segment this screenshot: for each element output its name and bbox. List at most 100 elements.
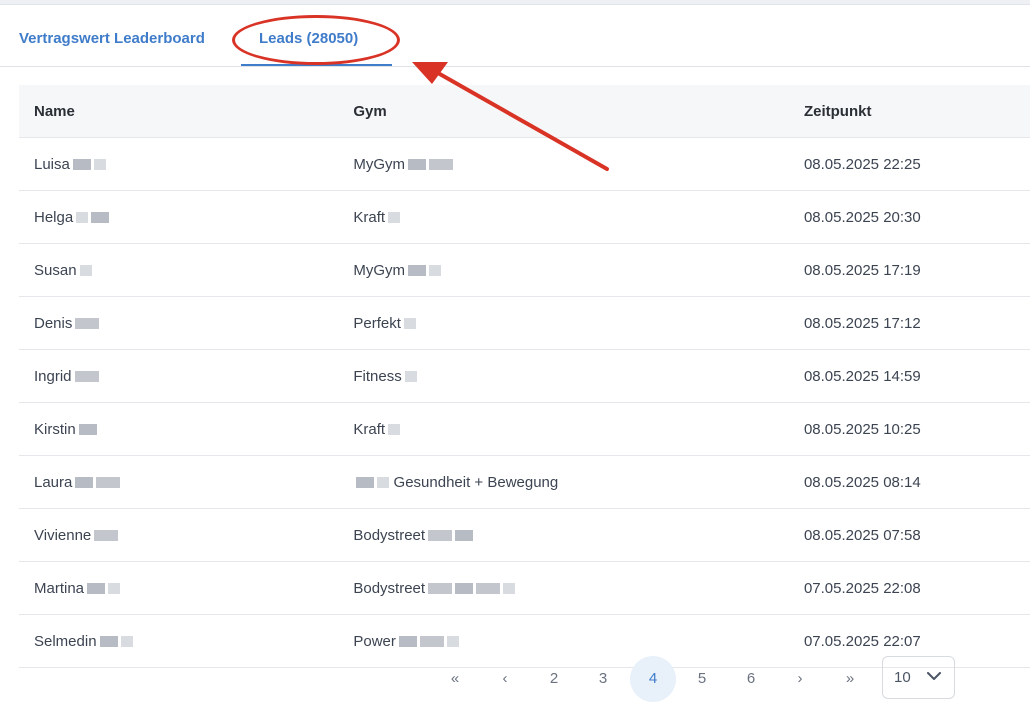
redacted-block — [408, 265, 427, 277]
cell-zeitpunkt: 07.05.2025 22:08 — [802, 561, 1030, 615]
name-text: Selmedin — [34, 632, 97, 650]
redacted-block — [408, 159, 427, 171]
gym-text: Power — [353, 632, 396, 650]
cell-name: Kirstin — [19, 402, 353, 456]
leads-table: Name Gym Zeitpunkt Luisa MyGym 08.05.202… — [19, 85, 1030, 668]
cell-name: Laura — [19, 455, 353, 509]
redacted-block — [99, 636, 118, 648]
chevron-down-icon — [927, 672, 941, 680]
previous-page-button[interactable]: ‹ — [482, 656, 528, 702]
redacted-block — [428, 583, 453, 595]
redacted-block — [388, 424, 401, 436]
name-text: Laura — [34, 473, 73, 491]
table-header-row: Name Gym Zeitpunkt — [19, 85, 1030, 138]
cell-gym: Bodystreet — [352, 561, 803, 615]
redacted-block — [429, 265, 442, 277]
cell-gym: Perfekt — [352, 296, 803, 350]
redacted-block — [429, 159, 454, 171]
table-row[interactable]: Susan MyGym 08.05.2025 17:19 — [19, 243, 1030, 297]
cell-gym: MyGym — [352, 243, 803, 297]
gym-text: Fitness — [353, 367, 402, 385]
cell-name: Luisa — [19, 137, 353, 191]
redacted-block — [120, 636, 133, 648]
name-text: Helga — [34, 208, 74, 226]
table-row[interactable]: Helga Kraft 08.05.2025 20:30 — [19, 190, 1030, 244]
redacted-block — [446, 636, 459, 648]
page-4-button[interactable]: 4 — [630, 656, 676, 702]
redacted-block — [428, 530, 453, 542]
redacted-block — [419, 636, 444, 648]
top-divider — [0, 0, 1030, 5]
gym-text: Kraft — [353, 208, 386, 226]
redacted-block — [398, 636, 417, 648]
name-text: Susan — [34, 261, 77, 279]
tab-leads[interactable]: Leads (28050) — [259, 30, 358, 47]
name-text: Vivienne — [34, 526, 92, 544]
next-page-button[interactable]: › — [777, 656, 823, 702]
pagination: « ‹ 2 3 4 5 6 › » 10 — [432, 656, 992, 702]
name-text: Denis — [34, 314, 73, 332]
name-text: Ingrid — [34, 367, 72, 385]
redacted-block — [356, 477, 375, 489]
gym-text: Perfekt — [353, 314, 401, 332]
first-page-button[interactable]: « — [432, 656, 478, 702]
tab-bar-divider — [0, 66, 1030, 67]
redacted-block — [75, 318, 100, 330]
redacted-block — [455, 530, 474, 542]
cell-name: Selmedin — [19, 614, 353, 668]
column-header-name[interactable]: Name — [19, 85, 353, 138]
cell-gym: Bodystreet — [352, 508, 803, 562]
page-size-select[interactable]: 10 — [882, 656, 955, 699]
redacted-block — [87, 583, 106, 595]
gym-text: MyGym — [353, 261, 406, 279]
cell-name: Martina — [19, 561, 353, 615]
column-header-zeitpunkt[interactable]: Zeitpunkt — [802, 85, 1030, 138]
table-row[interactable]: Martina Bodystreet 07.05.2025 22:08 — [19, 561, 1030, 615]
redacted-block — [93, 159, 106, 171]
redacted-block — [96, 477, 121, 489]
page-2-button[interactable]: 2 — [531, 656, 577, 702]
cell-name: Ingrid — [19, 349, 353, 403]
redacted-block — [377, 477, 390, 489]
page-size-value: 10 — [894, 669, 911, 686]
table-row[interactable]: Vivienne Bodystreet 08.05.2025 07:58 — [19, 508, 1030, 562]
last-page-button[interactable]: » — [827, 656, 873, 702]
redacted-block — [388, 212, 401, 224]
cell-gym: Gesundheit + Bewegung — [352, 455, 803, 509]
cell-zeitpunkt: 08.05.2025 08:14 — [802, 455, 1030, 509]
gym-text: Bodystreet — [353, 579, 426, 597]
table-row[interactable]: Ingrid Fitness 08.05.2025 14:59 — [19, 349, 1030, 403]
redacted-block — [72, 159, 91, 171]
redacted-block — [403, 318, 416, 330]
page-3-button[interactable]: 3 — [580, 656, 626, 702]
name-text: Kirstin — [34, 420, 76, 438]
cell-gym: Kraft — [352, 190, 803, 244]
cell-zeitpunkt: 08.05.2025 14:59 — [802, 349, 1030, 403]
cell-gym: Kraft — [352, 402, 803, 456]
redacted-block — [78, 424, 97, 436]
tab-vertragswert-leaderboard[interactable]: Vertragswert Leaderboard — [19, 30, 205, 47]
cell-gym: MyGym — [352, 137, 803, 191]
cell-gym: Fitness — [352, 349, 803, 403]
tab-bar: Vertragswert Leaderboard Leads (28050) — [0, 18, 1030, 66]
cell-zeitpunkt: 08.05.2025 07:58 — [802, 508, 1030, 562]
redacted-block — [94, 530, 119, 542]
cell-zeitpunkt: 08.05.2025 10:25 — [802, 402, 1030, 456]
cell-zeitpunkt: 08.05.2025 20:30 — [802, 190, 1030, 244]
gym-text: Kraft — [353, 420, 386, 438]
name-text: Luisa — [34, 155, 70, 173]
redacted-block — [476, 583, 501, 595]
table-row[interactable]: Laura Gesundheit + Bewegung 08.05.2025 0… — [19, 455, 1030, 509]
redacted-block — [79, 265, 92, 277]
cell-name: Vivienne — [19, 508, 353, 562]
table-row[interactable]: Luisa MyGym 08.05.2025 22:25 — [19, 137, 1030, 191]
redacted-block — [75, 477, 94, 489]
gym-text: Gesundheit + Bewegung — [393, 473, 559, 491]
table-row[interactable]: Denis Perfekt 08.05.2025 17:12 — [19, 296, 1030, 350]
redacted-block — [503, 583, 516, 595]
column-header-gym[interactable]: Gym — [352, 85, 803, 138]
page-5-button[interactable]: 5 — [679, 656, 725, 702]
cell-zeitpunkt: 08.05.2025 22:25 — [802, 137, 1030, 191]
table-row[interactable]: Kirstin Kraft 08.05.2025 10:25 — [19, 402, 1030, 456]
page-6-button[interactable]: 6 — [728, 656, 774, 702]
